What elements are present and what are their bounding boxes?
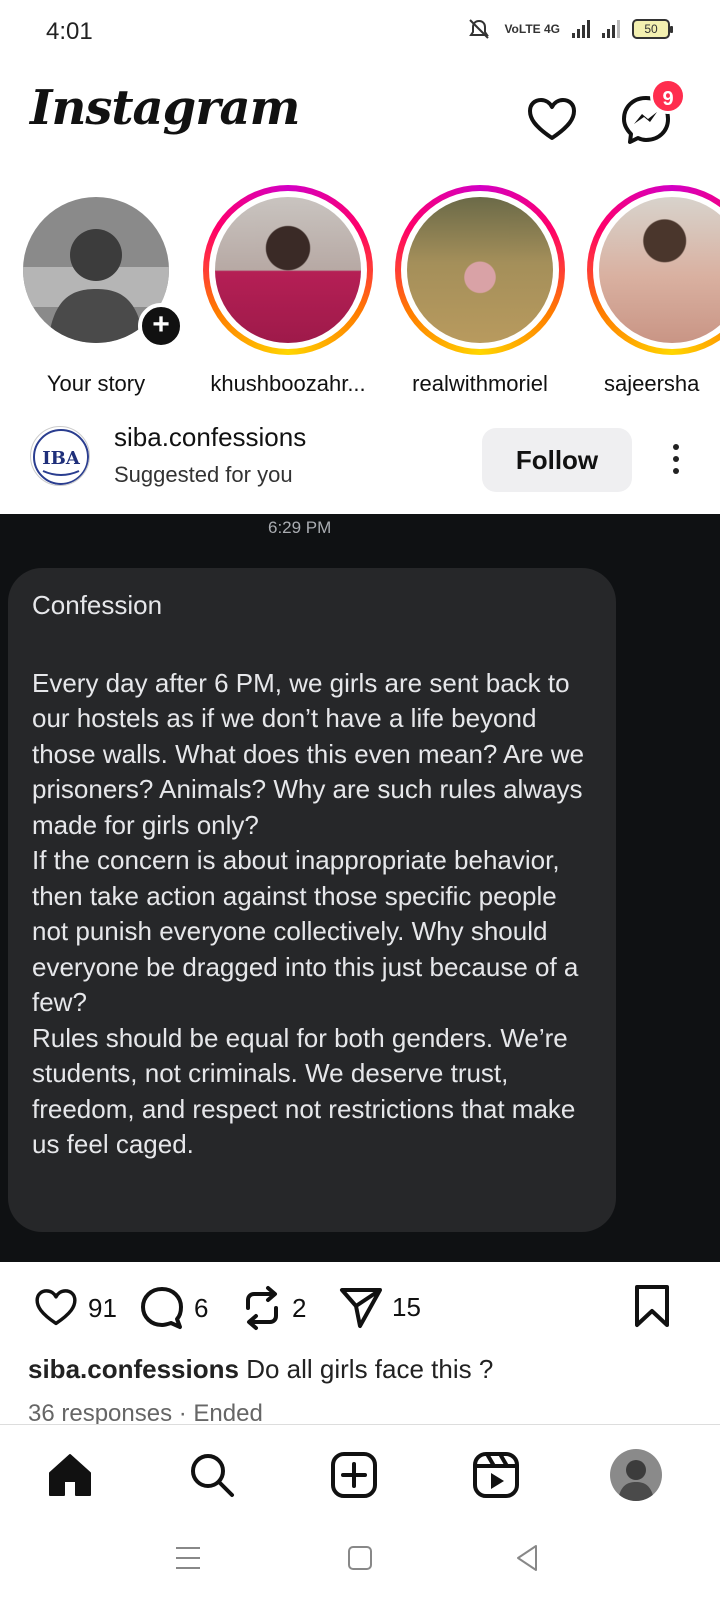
- story-avatar: [215, 197, 361, 343]
- home-icon: [49, 1454, 91, 1496]
- post-caption: siba.confessions Do all girls face this …: [28, 1354, 493, 1385]
- heart-icon: [528, 98, 576, 140]
- send-icon: [340, 1288, 382, 1328]
- story-sajeersha[interactable]: sajeersha: [584, 185, 720, 397]
- repost-button[interactable]: 2: [240, 1284, 306, 1332]
- confession-title: Confession: [32, 590, 163, 620]
- notifications-button[interactable]: [524, 92, 580, 148]
- status-time: 4:01: [46, 18, 93, 45]
- share-button[interactable]: 15: [338, 1284, 421, 1330]
- add-post-icon: [331, 1452, 377, 1498]
- heart-icon: [35, 1289, 77, 1326]
- story-label: khushboozahr...: [210, 371, 366, 396]
- comment-count: 6: [194, 1292, 209, 1323]
- story-avatar: [599, 197, 720, 343]
- poll-responses[interactable]: 36 responses · Ended: [28, 1400, 263, 1424]
- back-triangle-icon: [517, 1545, 537, 1571]
- confession-body: Every day after 6 PM, we girls are sent …: [32, 667, 585, 1160]
- story-label: sajeersha: [604, 371, 700, 396]
- suggested-label: Suggested for you: [114, 462, 293, 487]
- add-story-button[interactable]: +: [138, 303, 184, 349]
- status-icons: VoLTE 4G 50: [466, 18, 673, 40]
- signal-2-icon: [602, 20, 620, 38]
- post-image[interactable]: 6:29 PM Confession Every day after 6 PM,…: [0, 514, 720, 1262]
- more-options-icon[interactable]: [664, 440, 688, 480]
- bookmark-icon: [635, 1285, 669, 1327]
- post-actions: 91 6 2 15: [0, 1278, 720, 1344]
- battery-icon: 50: [632, 19, 673, 39]
- caption-text: Do all girls face this ?: [246, 1354, 494, 1384]
- comment-icon: [141, 1287, 183, 1329]
- nav-create[interactable]: [324, 1445, 384, 1505]
- story-ring: [395, 185, 565, 355]
- follow-button[interactable]: Follow: [482, 428, 632, 492]
- story-khushboozahr[interactable]: khushboozahr...: [200, 185, 376, 397]
- share-count: 15: [392, 1291, 421, 1322]
- story-ring: [587, 185, 720, 355]
- like-button[interactable]: 91: [32, 1284, 117, 1332]
- app-header: Instagram 9: [0, 70, 720, 160]
- story-your-story[interactable]: + Your story: [8, 185, 184, 397]
- avatar-logo-text: IBA: [42, 448, 81, 469]
- account-name[interactable]: siba.confessions: [114, 422, 306, 453]
- repost-count: 2: [292, 1292, 307, 1323]
- menu-icon: [176, 1547, 200, 1569]
- nav-reels[interactable]: [466, 1445, 526, 1505]
- mute-icon: [469, 19, 490, 39]
- instagram-logo[interactable]: Instagram: [30, 80, 300, 136]
- notification-badge: 9: [650, 78, 686, 114]
- story-avatar: [407, 197, 553, 343]
- recents-button[interactable]: [168, 1538, 208, 1578]
- story-ring: [203, 185, 373, 355]
- message-timestamp: 6:29 PM: [268, 518, 332, 537]
- story-label: Your story: [46, 371, 146, 396]
- repost-icon: [246, 1286, 278, 1330]
- home-system-button[interactable]: [340, 1538, 380, 1578]
- story-realwithmoriel[interactable]: realwithmoriel: [392, 185, 568, 397]
- back-button[interactable]: [508, 1538, 548, 1578]
- search-icon: [191, 1454, 234, 1497]
- signal-icon: [572, 20, 590, 38]
- profile-avatar: [610, 1449, 662, 1501]
- nav-search[interactable]: [182, 1445, 242, 1505]
- account-avatar[interactable]: IBA: [30, 426, 90, 486]
- nav-home[interactable]: [40, 1445, 100, 1505]
- network-label: VoLTE 4G: [504, 22, 560, 36]
- nav-profile[interactable]: [606, 1445, 666, 1505]
- system-nav-bar: [0, 1520, 720, 1600]
- story-label: realwithmoriel: [412, 371, 548, 396]
- reels-icon: [473, 1452, 519, 1498]
- comment-button[interactable]: 6: [138, 1284, 208, 1332]
- stories-tray: + Your story khushboozahr... realwithmor…: [0, 185, 720, 400]
- status-bar: 4:01 VoLTE 4G 50: [0, 0, 720, 64]
- bottom-nav: [0, 1424, 720, 1520]
- confession-bubble: Confession Every day after 6 PM, we girl…: [8, 568, 616, 1232]
- caption-username[interactable]: siba.confessions: [28, 1354, 239, 1384]
- messenger-button[interactable]: 9: [618, 78, 686, 148]
- post-header: IBA siba.confessions Suggested for you F…: [0, 418, 720, 504]
- like-count: 91: [88, 1292, 117, 1323]
- save-button[interactable]: [632, 1284, 672, 1328]
- square-icon: [348, 1546, 372, 1570]
